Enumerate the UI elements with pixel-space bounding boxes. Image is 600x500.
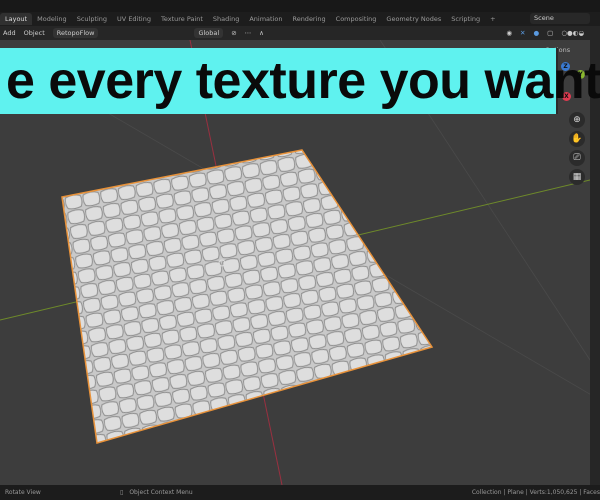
- object-menu[interactable]: Object: [24, 29, 45, 37]
- orientation-dropdown[interactable]: Global: [194, 28, 224, 38]
- zoom-icon[interactable]: ⊕: [569, 112, 585, 128]
- tab-texture-paint[interactable]: Texture Paint: [156, 13, 208, 25]
- tab-geometry-nodes[interactable]: Geometry Nodes: [381, 13, 446, 25]
- tab-uv-editing[interactable]: UV Editing: [112, 13, 156, 25]
- grid-view-icon[interactable]: ▦: [569, 169, 585, 185]
- tab-scripting[interactable]: Scripting: [446, 13, 485, 25]
- caption-text: e every texture you want: [6, 52, 600, 110]
- tab-animation[interactable]: Animation: [244, 13, 287, 25]
- tab-sculpting[interactable]: Sculpting: [72, 13, 112, 25]
- gizmo-icon[interactable]: ✕: [520, 29, 525, 37]
- tab-layout[interactable]: Layout: [0, 13, 33, 25]
- tab-compositing[interactable]: Compositing: [331, 13, 382, 25]
- add-workspace-button[interactable]: +: [485, 13, 500, 25]
- caption-banner: e every texture you want: [0, 48, 600, 114]
- status-context-menu: Object Context Menu: [129, 489, 193, 496]
- top-bar: [0, 0, 600, 12]
- workspace-tabs: Layout Modeling Sculpting UV Editing Tex…: [0, 12, 600, 26]
- tab-modeling[interactable]: Modeling: [32, 13, 72, 25]
- add-menu[interactable]: Add: [3, 29, 16, 37]
- status-bar: Rotate View ▯ Object Context Menu Collec…: [0, 485, 600, 500]
- proportional-edit-icon[interactable]: ∧: [259, 29, 264, 37]
- scene-selector[interactable]: Scene: [530, 13, 590, 24]
- tab-shading[interactable]: Shading: [208, 13, 244, 25]
- shading-modes-icon[interactable]: ○●◐◒: [561, 29, 584, 37]
- viewport-header: Add Object RetopoFlow Global ⊘ ⋯ ∧ ◉ ✕ ●…: [0, 26, 590, 40]
- pivot-icon[interactable]: ⊘: [231, 29, 236, 37]
- snap-icon[interactable]: ⋯: [245, 29, 252, 37]
- retopoflow-menu[interactable]: RetopoFlow: [52, 28, 99, 38]
- mouse-icon: ▯: [120, 489, 124, 496]
- hand-pan-icon[interactable]: ✋: [569, 131, 585, 147]
- overlay-icon[interactable]: ●: [533, 29, 539, 37]
- xray-icon[interactable]: ▢: [547, 29, 553, 37]
- status-rotate-view: Rotate View: [5, 489, 41, 496]
- camera-icon[interactable]: ⎚: [569, 150, 585, 166]
- status-scene-stats: Collection | Plane | Verts:1,050,625 | F…: [471, 489, 600, 496]
- textured-plane: [61, 149, 434, 444]
- tab-rendering[interactable]: Rendering: [287, 13, 330, 25]
- visibility-icon[interactable]: ◉: [506, 29, 512, 37]
